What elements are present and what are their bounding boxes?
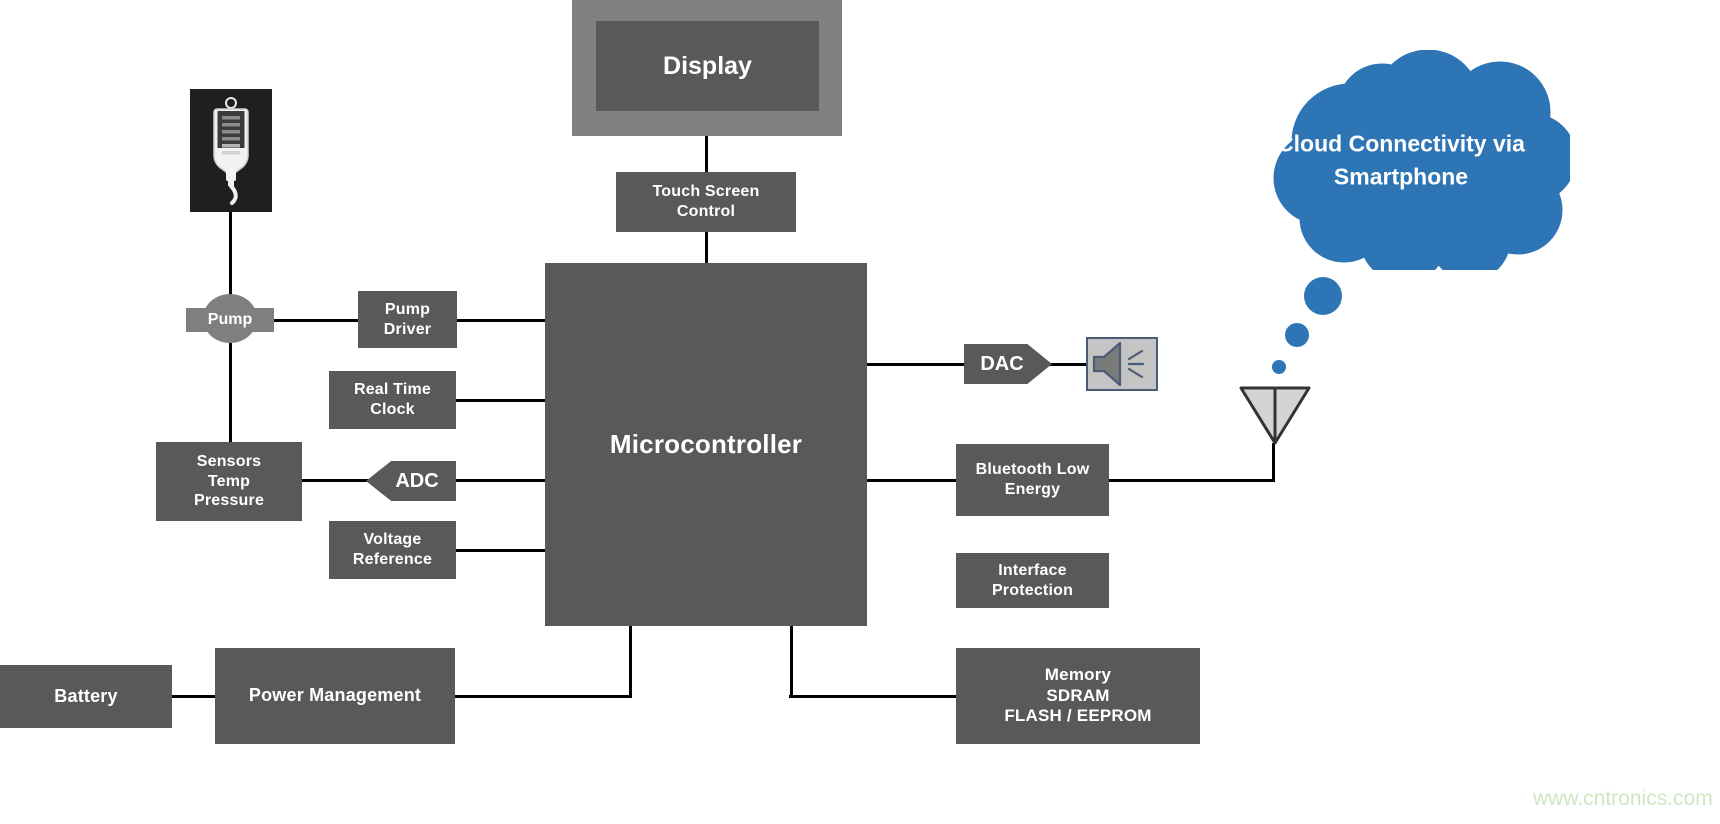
antenna-icon <box>1238 385 1312 447</box>
antenna-glyph <box>1239 386 1311 445</box>
pump-driver-label-line2: Driver <box>383 320 432 338</box>
dac-block[interactable]: DAC <box>964 344 1052 384</box>
display-block[interactable]: Display <box>596 21 819 111</box>
adc-block[interactable]: ADC <box>366 461 456 501</box>
real-time-clock-label-line1: Real Time <box>353 381 432 399</box>
pump-driver-block[interactable]: Pump Driver <box>358 291 457 348</box>
connector-pump-to-sensors <box>229 343 232 443</box>
memory-block[interactable]: Memory SDRAM FLASH / EEPROM <box>956 648 1200 744</box>
interface-protection-block[interactable]: Interface Protection <box>956 553 1109 608</box>
connector-sensors-to-adc <box>300 479 370 482</box>
voltage-reference-block[interactable]: Voltage Reference <box>329 521 456 579</box>
bluetooth-low-energy-block[interactable]: Bluetooth Low Energy <box>956 444 1109 516</box>
ble-label-line1: Bluetooth Low <box>975 461 1090 479</box>
sensors-label-line1: Sensors <box>196 453 262 471</box>
connector-mcu-to-dac <box>864 363 966 366</box>
connector-mcu-to-power-v <box>629 625 632 697</box>
connector-vref-to-mcu <box>455 549 549 552</box>
battery-block[interactable]: Battery <box>0 665 172 728</box>
memory-label-line2: SDRAM <box>1046 685 1110 705</box>
watermark-text: www.cntronics.com <box>1533 787 1713 810</box>
sensors-label-line3: Pressure <box>193 492 265 510</box>
block-diagram-canvas: Display Touch Screen Control Microcontro… <box>0 0 1720 824</box>
connector-mcu-to-memory-v <box>790 625 793 697</box>
pump-label: Pump <box>207 311 253 328</box>
pump-block[interactable]: Pump <box>186 308 274 332</box>
microcontroller-block[interactable]: Microcontroller <box>545 263 867 626</box>
memory-label-line3: FLASH / EEPROM <box>1004 706 1152 726</box>
cloud-shape <box>1273 50 1570 270</box>
thought-bubble-small <box>1272 360 1286 374</box>
connector-rtc-to-mcu <box>455 399 549 402</box>
iv-bag-icon <box>190 89 272 212</box>
display-label: Display <box>663 51 752 80</box>
dac-label: DAC <box>980 352 1024 375</box>
microcontroller-label: Microcontroller <box>609 428 803 459</box>
thought-bubble-medium <box>1285 323 1309 347</box>
touch-screen-control-label-line2: Control <box>676 203 736 220</box>
connector-touch-to-mcu <box>705 231 708 264</box>
connector-mcu-to-ble <box>864 479 960 482</box>
battery-label: Battery <box>54 685 118 706</box>
connector-pump-to-pumpdriver <box>272 319 364 322</box>
connector-ble-to-antenna-h <box>1108 479 1275 482</box>
connector-mcu-to-memory-h <box>789 695 957 698</box>
connector-mcu-to-power-h <box>454 695 632 698</box>
touch-screen-control-block[interactable]: Touch Screen Control <box>616 172 796 232</box>
adc-label: ADC <box>395 469 439 492</box>
thought-bubble-large <box>1304 277 1342 315</box>
connector-dac-to-speaker <box>1046 363 1088 366</box>
memory-label-line1: Memory <box>1044 664 1112 684</box>
connector-battery-to-power <box>172 695 217 698</box>
sensors-label-line2: Temp <box>207 472 251 490</box>
connector-pumpdriver-to-mcu <box>456 319 548 322</box>
voltage-reference-label-line2: Reference <box>352 551 433 568</box>
pump-driver-label-line1: Pump <box>384 300 431 318</box>
real-time-clock-label-line2: Clock <box>370 401 415 418</box>
speaker-icon <box>1086 337 1158 391</box>
connector-adc-to-mcu <box>455 479 549 482</box>
interface-protection-label-line1: Interface <box>998 561 1067 579</box>
ble-label-line2: Energy <box>1004 481 1061 498</box>
iv-bag-glyph <box>213 96 249 205</box>
connector-ble-to-antenna-v <box>1272 443 1275 482</box>
voltage-reference-label-line1: Voltage <box>363 531 422 549</box>
real-time-clock-block[interactable]: Real Time Clock <box>329 371 456 429</box>
speaker-glyph <box>1092 341 1145 387</box>
interface-protection-label-line2: Protection <box>991 581 1074 599</box>
power-management-label: Power Management <box>248 685 422 706</box>
touch-screen-control-label-line1: Touch Screen <box>652 183 760 201</box>
power-management-block[interactable]: Power Management <box>215 648 455 744</box>
sensors-block[interactable]: Sensors Temp Pressure <box>156 442 302 521</box>
cloud-connectivity-block[interactable]: Cloud Connectivity via Smartphone <box>1232 50 1570 270</box>
connector-ivbag-to-pump <box>229 212 232 297</box>
